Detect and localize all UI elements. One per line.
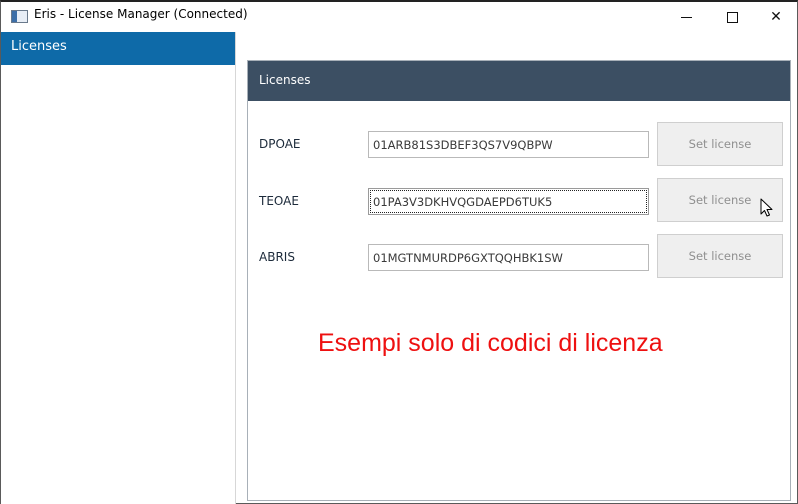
minimize-icon xyxy=(680,16,692,18)
license-input-dpoae[interactable] xyxy=(368,131,649,158)
close-icon: ✕ xyxy=(770,9,782,25)
set-license-button-dpoae[interactable]: Set license xyxy=(657,122,783,166)
license-label-dpoae: DPOAE xyxy=(259,137,301,151)
sidebar: Licenses xyxy=(1,32,236,504)
panel-header: Licenses xyxy=(248,61,790,101)
maximize-icon xyxy=(726,11,738,23)
license-input-teoae[interactable] xyxy=(368,188,649,215)
license-label-teoae: TEOAE xyxy=(259,194,299,208)
licenses-panel: Licenses DPOAE Set license TEOAE Set lic… xyxy=(247,60,791,501)
close-button[interactable]: ✕ xyxy=(753,2,798,32)
panel-title: Licenses xyxy=(259,73,311,87)
maximize-button[interactable] xyxy=(709,2,755,32)
title-bar[interactable]: Eris - License Manager (Connected) ✕ xyxy=(1,2,797,32)
sidebar-item-licenses[interactable]: Licenses xyxy=(1,32,235,65)
example-codes-note: Esempi solo di codici di licenza xyxy=(318,329,663,357)
set-license-button-abris[interactable]: Set license xyxy=(657,234,783,278)
app-window-icon xyxy=(11,10,28,23)
mouse-pointer-icon xyxy=(760,198,773,217)
sidebar-item-label: Licenses xyxy=(11,39,67,54)
license-label-abris: ABRIS xyxy=(259,250,295,264)
window-title: Eris - License Manager (Connected) xyxy=(34,7,248,21)
app-window: Eris - License Manager (Connected) ✕ Lic… xyxy=(0,0,798,504)
license-input-abris[interactable] xyxy=(368,244,649,271)
minimize-button[interactable] xyxy=(663,2,709,32)
